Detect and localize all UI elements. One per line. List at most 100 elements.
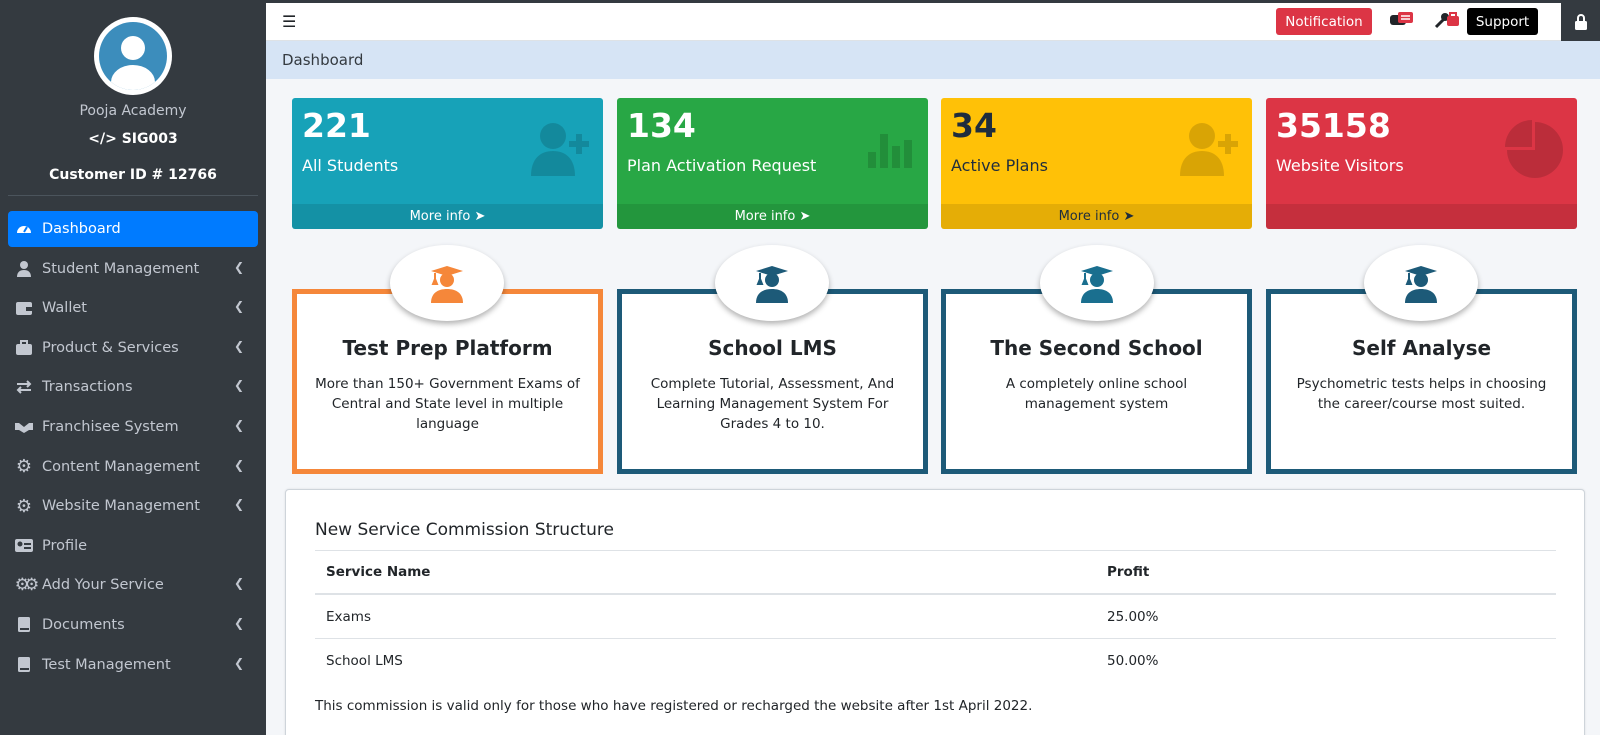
sidebar-item-label: Student Management — [42, 260, 200, 277]
service-name-cell: School LMS — [326, 652, 403, 669]
user-plus-icon — [529, 120, 591, 180]
graduate-icon — [1081, 266, 1113, 303]
user-plus-icon — [1178, 120, 1240, 180]
service-name-cell: Exams — [326, 608, 371, 625]
briefcase-icon — [14, 338, 34, 358]
chevron-left-icon: ❮ — [233, 378, 244, 393]
sidebar-item-transactions[interactable]: Transactions ❮ — [8, 369, 258, 405]
stat-label: Active Plans — [951, 156, 1048, 175]
code-icon: </> — [88, 131, 117, 147]
book-icon — [14, 655, 34, 675]
column-header-service-name: Service Name — [326, 564, 431, 580]
gears-icon: ⚙⚙ — [14, 575, 39, 596]
chevron-left-icon: ❮ — [233, 576, 244, 591]
id-card-icon — [14, 536, 34, 556]
bar-chart-icon — [866, 120, 916, 174]
chevron-left-icon: ❮ — [233, 299, 244, 314]
sidebar-item-content-management[interactable]: ⚙ Content Management ❮ — [8, 449, 258, 485]
sidebar-item-franchisee-system[interactable]: Franchisee System ❮ — [8, 409, 258, 445]
sidebar-item-documents[interactable]: Documents ❮ — [8, 607, 258, 643]
graduate-icon-badge — [1040, 245, 1154, 321]
more-info-link[interactable]: More info ➤ — [292, 204, 603, 229]
gear-icon: ⚙ — [15, 456, 33, 478]
table-row: School LMS 50.00% — [315, 638, 1556, 682]
stat-box-active-plans: 34 Active Plans More info ➤ — [941, 98, 1252, 229]
feature-description: More than 150+ Government Exams of Centr… — [315, 376, 580, 432]
customer-id: Customer ID # 12766 — [49, 167, 217, 183]
chevron-left-icon: ❮ — [233, 615, 244, 630]
hamburger-menu-icon[interactable]: ☰ — [282, 12, 296, 31]
stat-footer — [1266, 204, 1577, 229]
graduate-icon — [1405, 266, 1437, 303]
sidebar-item-label: Add Your Service — [42, 577, 164, 594]
feature-description: Complete Tutorial, Assessment, And Learn… — [650, 376, 895, 432]
support-button[interactable]: Support — [1467, 8, 1538, 35]
exchange-icon — [14, 377, 34, 397]
notification-button[interactable]: Notification — [1276, 8, 1372, 35]
sidebar-divider — [8, 195, 258, 196]
sidebar-item-label: Dashboard — [42, 221, 121, 237]
sidebar-item-label: Documents — [42, 616, 125, 633]
feature-description: A completely online school management sy… — [1005, 376, 1188, 412]
sidebar-item-label: Profile — [42, 537, 88, 554]
sidebar-item-wallet[interactable]: Wallet ❮ — [8, 290, 258, 326]
sidebar-item-dashboard[interactable]: Dashboard — [8, 211, 258, 247]
breadcrumb: Dashboard — [266, 41, 1600, 79]
sidebar-item-label: Test Management — [42, 656, 171, 673]
sidebar: Pooja Academy </> SIG003 Customer ID # 1… — [0, 0, 266, 735]
table-row: Exams 25.00% — [315, 594, 1556, 638]
stat-label: All Students — [302, 156, 399, 175]
commission-note: This commission is valid only for those … — [315, 698, 1033, 714]
avatar[interactable] — [94, 17, 172, 95]
sidebar-item-label: Franchisee System — [42, 418, 179, 435]
stat-value: 134 — [627, 106, 696, 145]
gear-icon: ⚙ — [15, 495, 33, 517]
sidebar-item-profile[interactable]: Profile — [8, 528, 258, 564]
chevron-left-icon: ❮ — [233, 655, 244, 670]
more-info-link[interactable]: More info ➤ — [617, 204, 928, 229]
feature-title: Self Analyse — [1351, 336, 1492, 360]
chevron-left-icon: ❮ — [233, 457, 244, 472]
graduate-icon-badge — [1364, 245, 1478, 321]
user-icon — [14, 259, 34, 279]
lock-button[interactable] — [1561, 0, 1600, 44]
graduate-icon — [431, 266, 463, 303]
org-code: </> SIG003 — [0, 131, 266, 147]
wallet-icon — [14, 298, 34, 318]
feature-title: The Second School — [990, 336, 1203, 360]
graduate-icon-badge — [715, 245, 829, 321]
sidebar-nav: Dashboard Student Management ❮ Wallet ❮ … — [8, 211, 258, 686]
sidebar-item-add-your-service[interactable]: ⚙⚙ Add Your Service ❮ — [8, 567, 258, 603]
profit-cell: 25.00% — [1107, 608, 1159, 625]
stat-label: Plan Activation Request — [627, 156, 817, 175]
commission-table: Service Name Profit Exams 25.00% School … — [315, 550, 1556, 682]
key-lock-icon[interactable] — [1434, 11, 1460, 33]
profit-cell: 50.00% — [1107, 652, 1159, 669]
tachometer-icon — [14, 219, 34, 239]
book-icon — [14, 615, 34, 635]
more-info-link[interactable]: More info ➤ — [941, 204, 1252, 229]
feature-description: Psychometric tests helps in choosing the… — [1296, 376, 1547, 412]
sidebar-item-product-services[interactable]: Product & Services ❮ — [8, 330, 258, 366]
commission-panel: New Service Commission Structure Service… — [285, 489, 1585, 735]
feature-title: Test Prep Platform — [342, 336, 553, 360]
org-code-text: SIG003 — [121, 131, 178, 147]
graduate-icon — [756, 266, 788, 303]
sidebar-item-test-management[interactable]: Test Management ❮ — [8, 647, 258, 683]
graduate-icon-badge — [390, 245, 504, 321]
org-name: Pooja Academy — [79, 103, 187, 119]
chevron-left-icon: ❮ — [233, 259, 244, 274]
ticket-icon[interactable] — [1390, 12, 1414, 32]
panel-title: New Service Commission Structure — [315, 520, 614, 540]
table-header-row: Service Name Profit — [315, 550, 1556, 594]
stat-box-plan-activation: 134 Plan Activation Request More info ➤ — [617, 98, 928, 229]
more-info-label: More info — [409, 209, 471, 224]
more-info-label: More info — [1058, 209, 1120, 224]
sidebar-item-website-management[interactable]: ⚙ Website Management ❮ — [8, 488, 258, 524]
chevron-left-icon: ❮ — [233, 417, 244, 432]
stat-value: 34 — [951, 106, 997, 145]
handshake-icon — [14, 417, 34, 437]
sidebar-item-student-management[interactable]: Student Management ❮ — [8, 251, 258, 287]
chevron-left-icon: ❮ — [233, 338, 244, 353]
stat-value: 221 — [302, 106, 371, 145]
